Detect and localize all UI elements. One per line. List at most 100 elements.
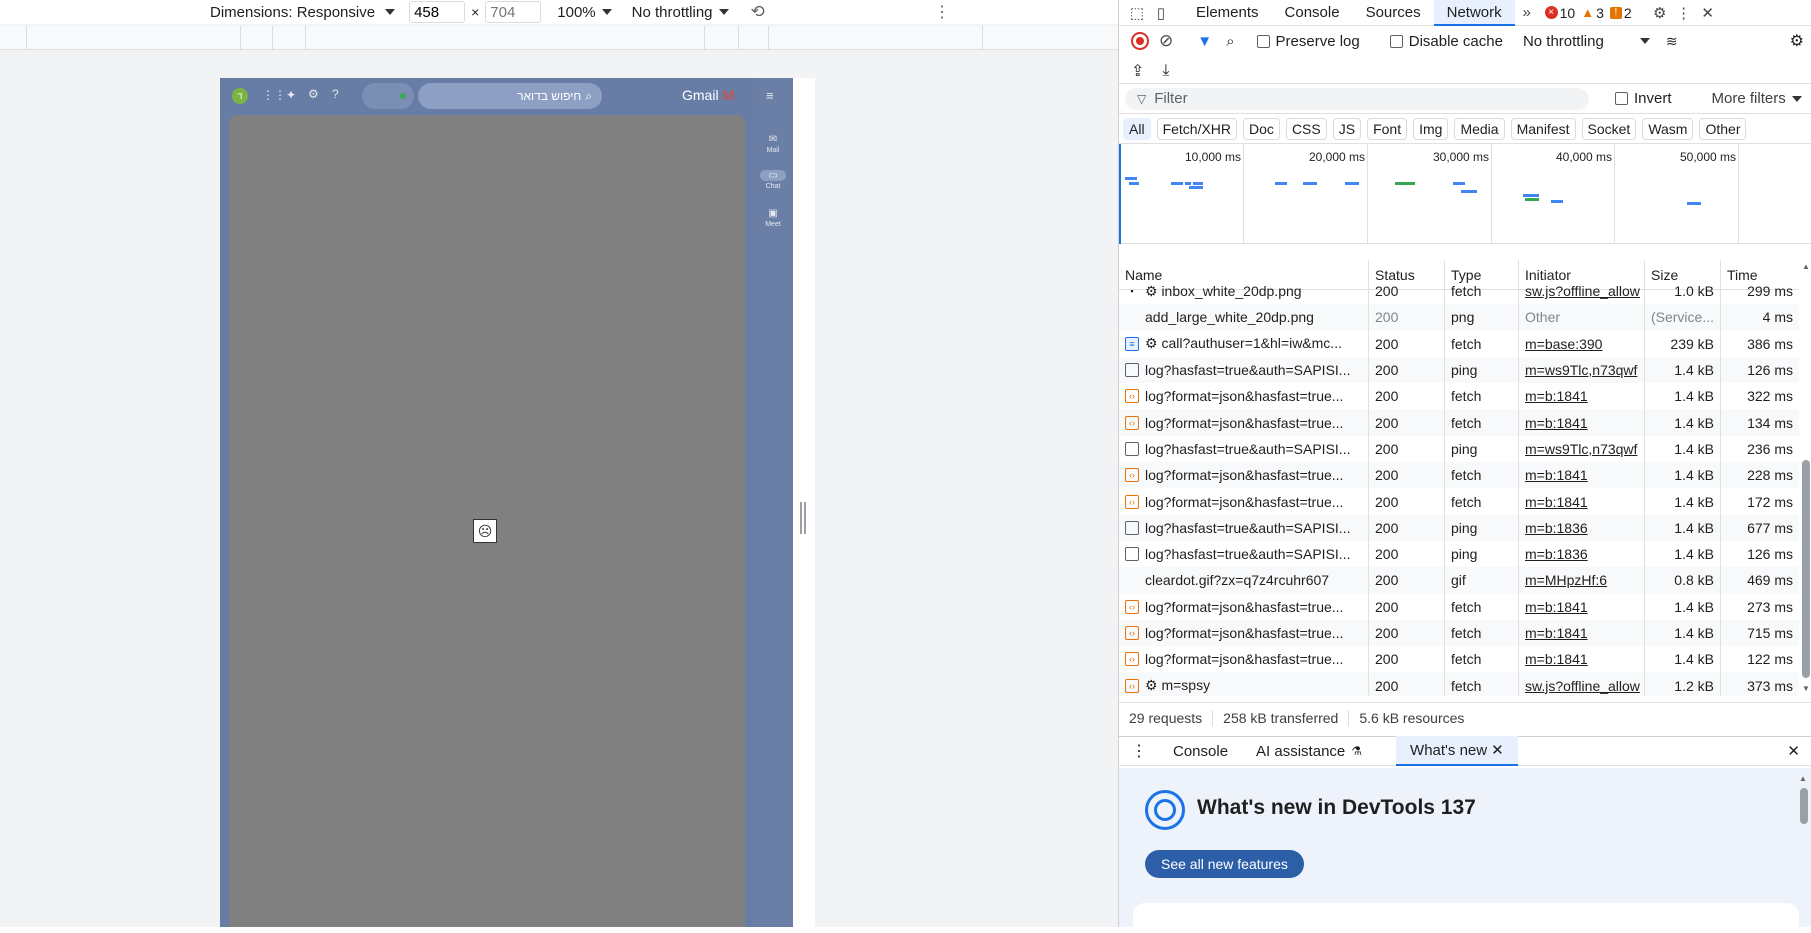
hamburger-menu-icon[interactable]: ≡ [766, 88, 774, 103]
scrollbar-thumb[interactable] [1800, 788, 1808, 824]
table-row[interactable]: ≡ ⚙ call?authuser=1&hl=iw&mc... 200 fetch m=… [1119, 330, 1799, 357]
network-settings-gear-icon[interactable]: ⚙ [1790, 31, 1804, 51]
avatar[interactable]: ד [232, 88, 248, 104]
type-filter-media[interactable]: Media [1454, 117, 1505, 140]
table-row[interactable]: add_large_white_20dp.png 200 png Other (Serv… [1119, 304, 1799, 331]
request-initiator[interactable]: m=b:1841 [1519, 646, 1645, 673]
table-row[interactable]: ‹› log?format=json&hasfast=true... 200 fetc… [1119, 646, 1799, 673]
device-toggle-icon[interactable]: ▯ [1149, 0, 1173, 26]
inspect-element-icon[interactable]: ⬚ [1125, 0, 1149, 26]
request-initiator[interactable]: sw.js?offline_allow [1519, 278, 1645, 305]
height-input[interactable] [485, 1, 542, 23]
request-initiator[interactable]: m=MHpzHf:6 [1519, 567, 1645, 594]
type-filter-all[interactable]: All [1123, 117, 1151, 140]
issue-count-badge[interactable]: ! 2 [1609, 5, 1632, 21]
settings-gear-icon[interactable]: ⚙ [1648, 0, 1672, 26]
table-row[interactable]: ‹› log?format=json&hasfast=true... 200 fetc… [1119, 462, 1799, 489]
dimensions-dropdown[interactable]: Dimensions: Responsive [210, 4, 396, 21]
table-row[interactable]: log?hasfast=true&auth=SAPISI... 200 ping m=… [1119, 435, 1799, 463]
table-row[interactable]: ‹› log?format=json&hasfast=true... 200 fetc… [1119, 383, 1799, 410]
more-tabs-icon[interactable]: » [1515, 0, 1539, 26]
scroll-up-icon[interactable]: ▲ [1799, 774, 1807, 783]
table-row[interactable]: ▪ ⚙ inbox_white_20dp.png 200 fetch sw.js?off… [1119, 278, 1799, 305]
tab-elements[interactable]: Elements [1183, 0, 1272, 26]
more-options-icon[interactable]: ⋮ [934, 2, 950, 22]
request-initiator[interactable]: m=b:1836 [1519, 514, 1645, 541]
scroll-up-icon[interactable]: ▲ [1802, 262, 1810, 271]
record-icon[interactable] [1131, 32, 1149, 50]
type-filter-fetch-xhr[interactable]: Fetch/XHR [1156, 117, 1238, 140]
width-input[interactable] [409, 1, 466, 23]
tab-sources[interactable]: Sources [1353, 0, 1434, 26]
filter-input[interactable]: ▽ Filter [1125, 87, 1589, 110]
clear-icon[interactable]: ⊘ [1159, 31, 1173, 51]
close-icon[interactable]: ✕ [1696, 0, 1720, 26]
tab-network[interactable]: Network [1433, 0, 1515, 26]
request-initiator[interactable]: sw.js?offline_allow [1519, 672, 1645, 696]
timeline-selection-handle[interactable] [1119, 144, 1121, 244]
rotate-icon[interactable]: ⟲ [751, 2, 765, 22]
type-filter-socket[interactable]: Socket [1581, 117, 1637, 140]
close-tab-icon[interactable]: ✕ [1491, 741, 1504, 759]
settings-gear-icon[interactable]: ⚙ [308, 87, 319, 101]
request-initiator[interactable]: m=ws9Tlc,n73qwf [1519, 435, 1645, 463]
status-toggle[interactable] [362, 83, 414, 109]
drawer-tab-ai-assistance[interactable]: AI assistance ⚗ [1242, 736, 1376, 766]
search-icon[interactable]: ⌕ [1226, 33, 1234, 50]
see-all-features-button[interactable]: See all new features [1145, 850, 1304, 878]
type-filter-doc[interactable]: Doc [1243, 117, 1280, 140]
gmail-logo[interactable]: Gmail M [682, 87, 734, 103]
export-har-icon[interactable]: ⤓ [1162, 62, 1169, 80]
type-filter-css[interactable]: CSS [1285, 117, 1327, 140]
table-row[interactable]: cleardot.gif?zx=q7z4rcuhr607 200 gif m=MHpz… [1119, 567, 1799, 594]
rail-item-mail[interactable]: ✉ Mail [753, 134, 793, 154]
table-row[interactable]: ‹› log?format=json&hasfast=true... 200 fetc… [1119, 488, 1799, 515]
import-har-icon[interactable]: ⇪ [1131, 61, 1144, 81]
scroll-down-icon[interactable]: ▼ [1802, 684, 1810, 693]
table-row[interactable]: log?hasfast=true&auth=SAPISI... 200 ping m=… [1119, 514, 1799, 541]
table-row[interactable]: ‹› ⚙ m=spsy 200 fetch sw.js?offline_allow 1.2… [1119, 672, 1799, 696]
type-filter-font[interactable]: Font [1367, 117, 1408, 140]
error-count-badge[interactable]: × 10 [1544, 5, 1575, 21]
drawer-tab-whats-new[interactable]: What's new ✕ [1396, 736, 1518, 766]
request-initiator[interactable]: m=b:1836 [1519, 540, 1645, 568]
more-filters-dropdown[interactable]: More filters [1712, 90, 1802, 107]
request-initiator[interactable]: m=b:1841 [1519, 619, 1645, 647]
tab-console[interactable]: Console [1272, 0, 1353, 26]
help-icon[interactable]: ? [332, 87, 339, 101]
network-throttling-dropdown[interactable]: No throttling [1523, 33, 1650, 50]
filter-funnel-icon[interactable]: ▼ [1197, 33, 1212, 50]
type-filter-other[interactable]: Other [1699, 117, 1747, 140]
type-filter-img[interactable]: Img [1413, 117, 1449, 140]
zoom-dropdown[interactable]: 100% [557, 4, 612, 21]
table-scrollbar[interactable]: ▲ ▼ [1799, 260, 1811, 696]
request-initiator[interactable]: m=b:1841 [1519, 383, 1645, 410]
preserve-log-checkbox[interactable] [1256, 34, 1270, 48]
invert-checkbox[interactable] [1615, 92, 1628, 105]
drawer-tab-console[interactable]: Console [1159, 736, 1242, 766]
rail-item-meet[interactable]: ▣ Meet [753, 208, 793, 228]
type-filter-manifest[interactable]: Manifest [1510, 117, 1576, 140]
scrollbar-thumb[interactable] [1802, 460, 1810, 678]
request-initiator[interactable]: m=base:390 [1519, 330, 1645, 357]
table-row[interactable]: ‹› log?format=json&hasfast=true... 200 fetc… [1119, 409, 1799, 436]
apps-grid-icon[interactable]: ⋮⋮ [262, 88, 286, 102]
more-options-icon[interactable]: ⋮ [1672, 0, 1696, 26]
table-row[interactable]: log?hasfast=true&auth=SAPISI... 200 ping m=… [1119, 540, 1799, 568]
gemini-sparkle-icon[interactable]: ✦ [286, 88, 296, 102]
request-initiator[interactable]: m=b:1841 [1519, 488, 1645, 515]
close-drawer-icon[interactable]: ✕ [1787, 742, 1800, 760]
drawer-menu-icon[interactable]: ⋮ [1119, 741, 1159, 761]
warning-count-badge[interactable]: ▲ 3 [1581, 5, 1604, 21]
request-initiator[interactable]: m=ws9Tlc,n73qwf [1519, 356, 1645, 384]
rail-item-chat[interactable]: ▭ Chat [753, 170, 793, 190]
table-row[interactable]: ‹› log?format=json&hasfast=true... 200 fetc… [1119, 593, 1799, 620]
viewport-resize-handle[interactable] [800, 502, 806, 534]
network-conditions-icon[interactable]: ≋ [1666, 33, 1678, 50]
request-initiator[interactable]: m=b:1841 [1519, 462, 1645, 489]
gmail-search-box[interactable]: חיפוש בדואר ⌕ [418, 83, 602, 109]
throttling-dropdown[interactable]: No throttling [632, 4, 729, 21]
table-row[interactable]: log?hasfast=true&auth=SAPISI... 200 ping m=… [1119, 356, 1799, 384]
request-initiator[interactable]: m=b:1841 [1519, 593, 1645, 620]
disable-cache-checkbox[interactable] [1389, 34, 1403, 48]
